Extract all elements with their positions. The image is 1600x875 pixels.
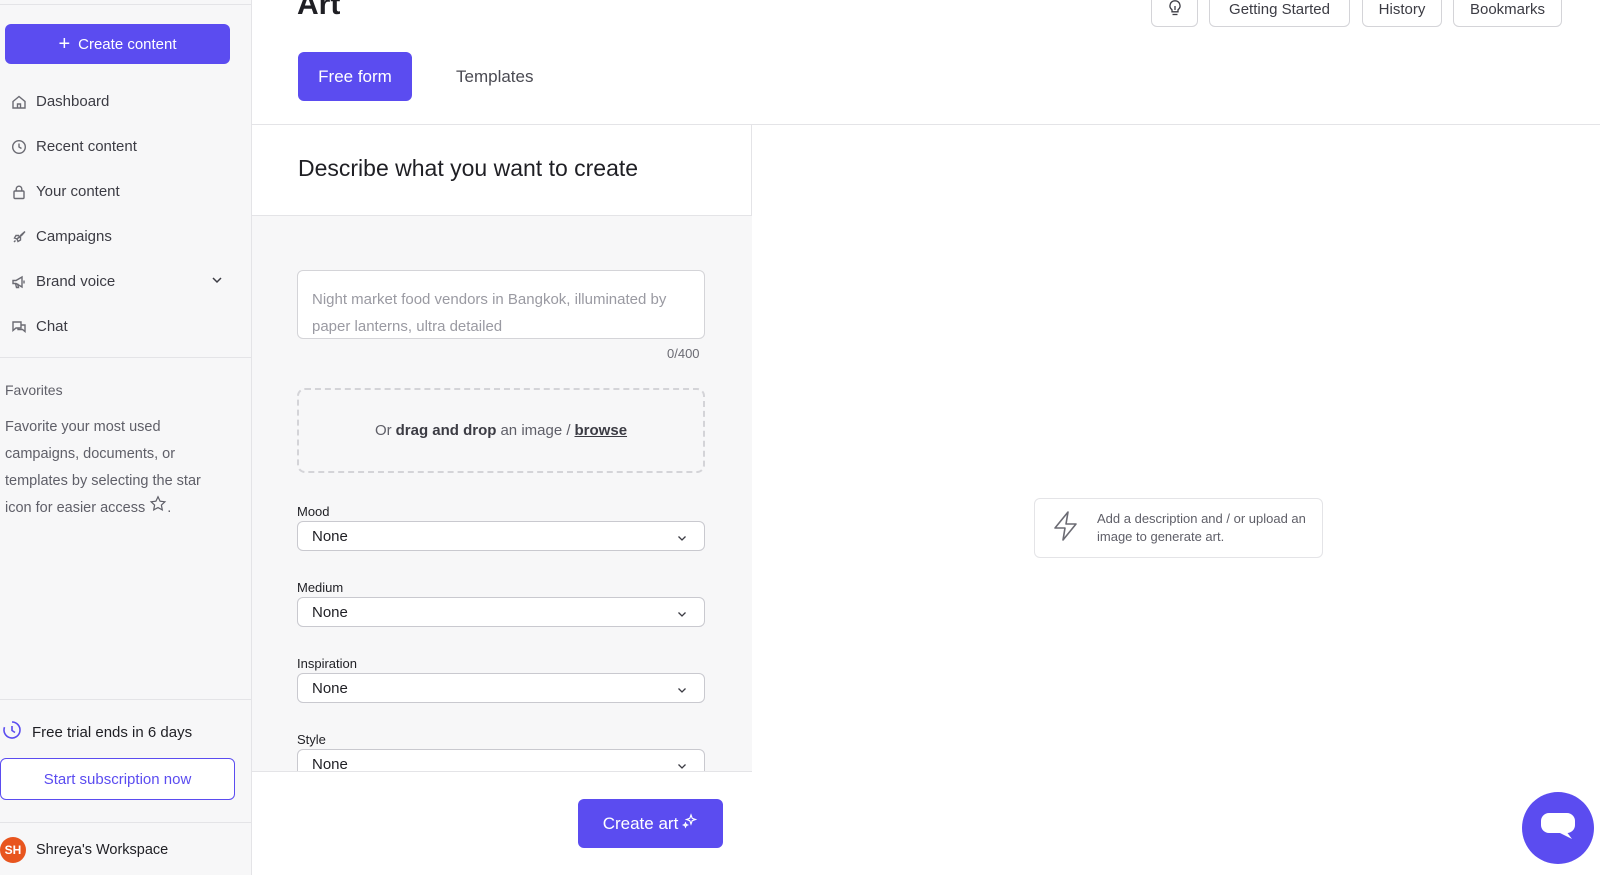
home-icon [10, 93, 28, 111]
ideas-button[interactable] [1151, 0, 1198, 27]
mood-label: Mood [297, 504, 330, 519]
favorites-hint: Favorite your most used campaigns, docum… [5, 414, 230, 522]
sidebar-divider [0, 699, 252, 700]
megaphone-icon [10, 273, 28, 291]
chat-icon [10, 318, 28, 336]
history-button[interactable]: History [1362, 0, 1442, 27]
sidebar-item-label: Your content [36, 183, 120, 200]
clock-icon [10, 138, 28, 156]
form-footer: Create art [252, 771, 752, 875]
sidebar-item-dashboard[interactable]: Dashboard [0, 79, 252, 124]
trial-clock-icon [2, 720, 22, 744]
chat-bubble-icon [1539, 809, 1577, 848]
style-value: None [312, 755, 348, 773]
sidebar-divider [0, 357, 252, 358]
start-subscription-button[interactable]: Start subscription now [0, 758, 235, 800]
plus-icon: + [58, 33, 71, 55]
sidebar-item-recent-content[interactable]: Recent content [0, 124, 252, 169]
favorites-title: Favorites [5, 382, 63, 398]
create-content-button[interactable]: + Create content [5, 24, 230, 64]
workspace-name: Shreya's Workspace [36, 842, 169, 858]
bookmarks-button[interactable]: Bookmarks [1453, 0, 1562, 27]
star-icon [149, 495, 167, 516]
trial-text: Free trial ends in 6 days [32, 723, 193, 741]
tab-templates[interactable]: Templates [448, 52, 541, 101]
inspiration-select[interactable]: None [297, 673, 705, 703]
favorites-hint-text: Favorite your most used campaigns, docum… [5, 419, 201, 516]
character-counter: 0/400 [667, 346, 700, 361]
sidebar-item-brand-voice[interactable]: Brand voice [0, 259, 252, 304]
sidebar-divider [0, 822, 252, 823]
medium-value: None [312, 603, 348, 621]
medium-select[interactable]: None [297, 597, 705, 627]
lock-icon [10, 183, 28, 201]
dropzone-middle: an image / [500, 422, 571, 439]
create-art-label: Create art [602, 813, 679, 833]
sidebar-item-label: Recent content [36, 138, 137, 155]
sidebar-item-label: Brand voice [36, 273, 116, 290]
create-content-label: Create content [78, 35, 177, 53]
chevron-down-icon [676, 607, 688, 624]
form-heading: Describe what you want to create [298, 155, 639, 181]
page-title: Art [297, 0, 341, 21]
image-dropzone[interactable]: Or drag and drop an image / browse [297, 388, 705, 473]
trial-notice: Free trial ends in 6 days [2, 720, 192, 744]
inspiration-value: None [312, 679, 348, 697]
sidebar: + Create content Dashboard Recent conten… [0, 0, 252, 875]
getting-started-button[interactable]: Getting Started [1209, 0, 1350, 27]
chevron-down-icon [676, 531, 688, 548]
lightning-icon [1049, 509, 1083, 548]
dropzone-prefix: Or [374, 422, 392, 439]
style-label: Style [297, 732, 326, 747]
sidebar-item-your-content[interactable]: Your content [0, 169, 252, 214]
prompt-textarea[interactable]: Night market food vendors in Bangkok, il… [297, 270, 705, 339]
sidebar-item-label: Campaigns [36, 228, 112, 245]
medium-label: Medium [297, 580, 344, 595]
preview-hint-text: Add a description and / or upload an ima… [1097, 511, 1306, 544]
sidebar-item-chat[interactable]: Chat [0, 304, 252, 349]
art-form-panel: Describe what you want to create Night m… [252, 125, 752, 875]
tab-free-form[interactable]: Free form [298, 52, 412, 101]
sidebar-top-divider [0, 4, 252, 5]
sidebar-item-label: Dashboard [36, 93, 110, 110]
sidebar-item-campaigns[interactable]: Campaigns [0, 214, 252, 259]
chevron-down-icon [676, 683, 688, 700]
avatar: SH [0, 837, 26, 863]
mood-value: None [312, 527, 348, 545]
inspiration-label: Inspiration [297, 656, 357, 671]
chevron-down-icon[interactable] [210, 273, 224, 291]
sparkle-icon [682, 813, 698, 834]
mood-select[interactable]: None [297, 521, 705, 551]
sidebar-nav: Dashboard Recent content Your content Ca… [0, 79, 252, 349]
form-header: Describe what you want to create [252, 125, 752, 216]
create-art-button[interactable]: Create art [578, 799, 723, 848]
empty-preview-hint: Add a description and / or upload an ima… [1034, 498, 1323, 558]
favorites-hint-period: . [167, 500, 172, 516]
support-chat-button[interactable] [1522, 792, 1594, 864]
dropzone-bold: drag and drop [395, 422, 497, 439]
lightbulb-icon [1167, 0, 1183, 21]
browse-link[interactable]: browse [575, 422, 628, 439]
workspace-switcher[interactable]: SH Shreya's Workspace [0, 837, 168, 863]
rocket-icon [10, 228, 28, 246]
sidebar-item-label: Chat [36, 318, 68, 335]
